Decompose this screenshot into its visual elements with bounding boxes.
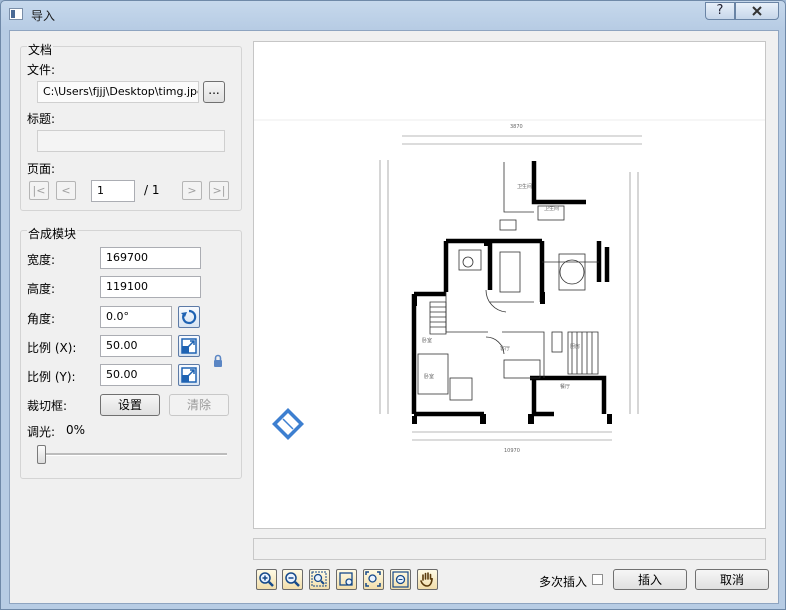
- width-input[interactable]: 169700: [100, 247, 201, 269]
- status-bar: [253, 538, 766, 560]
- zoom-extents-icon: [392, 571, 409, 588]
- dialog-body: 文档 文件: C:\Users\fjjj\Desktop\timg.jpg ..…: [9, 30, 779, 604]
- file-path-field[interactable]: C:\Users\fjjj\Desktop\timg.jpg: [37, 81, 199, 103]
- compass-icon: [272, 408, 304, 440]
- title-field[interactable]: [37, 130, 225, 152]
- zoom-in-button[interactable]: [256, 569, 277, 590]
- clip-frame-label: 裁切框:: [27, 399, 68, 413]
- scale-x-input[interactable]: 50.00: [100, 335, 172, 357]
- fade-slider[interactable]: [37, 443, 227, 467]
- hand-icon: [420, 572, 433, 587]
- slider-thumb[interactable]: [37, 445, 46, 464]
- app-icon: [9, 8, 23, 20]
- zoom-window-button[interactable]: [309, 569, 330, 590]
- svg-text:卫生间: 卫生间: [544, 205, 559, 212]
- composite-section-label: 合成模块: [27, 225, 78, 242]
- zoom-out-button[interactable]: [282, 569, 303, 590]
- last-page-button[interactable]: >|: [209, 181, 229, 200]
- preview-area[interactable]: 3870 10970 卫生间 卫生间 客厅 厨房 餐厅 卧室 卧室: [253, 41, 766, 529]
- angle-input[interactable]: 0.0°: [100, 306, 172, 328]
- help-button[interactable]: ?: [705, 2, 735, 20]
- zoom-page-icon: [365, 571, 381, 587]
- lock-aspect-icon[interactable]: [211, 353, 225, 369]
- close-button[interactable]: [735, 2, 779, 20]
- zoom-extents-button[interactable]: [390, 569, 411, 590]
- document-section-label: 文档: [27, 41, 54, 58]
- fade-value: 0%: [66, 423, 86, 437]
- clear-clip-button[interactable]: 清除: [169, 394, 229, 416]
- scale-y-label: 比例 (Y):: [27, 370, 76, 384]
- window-title: 导入: [31, 9, 56, 23]
- zoom-selection-icon: [339, 572, 353, 586]
- zoom-window-icon: [311, 571, 327, 587]
- next-page-button[interactable]: >: [182, 181, 202, 200]
- svg-text:10970: 10970: [504, 448, 520, 454]
- rotate-button[interactable]: [178, 306, 200, 328]
- import-dialog: 导入 ? 文档 文件: C:\Users\fjjj\Desktop\timg.j…: [0, 0, 786, 610]
- pan-button[interactable]: [417, 569, 438, 590]
- svg-text:卧室: 卧室: [422, 337, 432, 344]
- scale-x-button[interactable]: [178, 335, 200, 357]
- page-label: 页面:: [27, 162, 56, 176]
- multi-insert-checkbox[interactable]: [592, 574, 603, 585]
- svg-text:客厅: 客厅: [500, 345, 510, 352]
- file-label: 文件:: [27, 63, 56, 77]
- height-input[interactable]: 119100: [100, 276, 201, 298]
- insert-button[interactable]: 插入: [613, 569, 687, 590]
- scale-icon: [181, 338, 197, 354]
- multi-insert-label: 多次插入: [539, 575, 588, 589]
- zoom-selection-button[interactable]: [336, 569, 357, 590]
- title-bar: 导入 ?: [1, 1, 785, 29]
- browse-button[interactable]: ...: [203, 81, 225, 103]
- svg-text:卫生间: 卫生间: [517, 183, 532, 190]
- scale-icon: [181, 367, 197, 383]
- first-page-button[interactable]: |<: [29, 181, 49, 200]
- prev-page-button[interactable]: <: [56, 181, 76, 200]
- svg-text:餐厅: 餐厅: [560, 383, 570, 390]
- page-number-input[interactable]: 1: [91, 180, 135, 202]
- width-label: 宽度:: [27, 253, 56, 267]
- page-total: / 1: [144, 183, 160, 197]
- scale-x-label: 比例 (X):: [27, 341, 77, 355]
- rotate-icon: [181, 309, 197, 325]
- svg-text:卧室: 卧室: [424, 373, 434, 380]
- slider-track: [37, 453, 227, 456]
- svg-text:厨房: 厨房: [570, 343, 580, 350]
- svg-text:3870: 3870: [510, 124, 523, 130]
- scale-y-button[interactable]: [178, 364, 200, 386]
- scale-y-input[interactable]: 50.00: [100, 364, 172, 386]
- floor-plan-image: 3870 10970 卫生间 卫生间 客厅 厨房 餐厅 卧室 卧室: [254, 119, 765, 454]
- title-label: 标题:: [27, 112, 56, 126]
- height-label: 高度:: [27, 282, 56, 296]
- close-icon: [752, 6, 762, 16]
- zoom-out-icon: [285, 572, 300, 587]
- zoom-in-icon: [259, 572, 274, 587]
- zoom-page-button[interactable]: [363, 569, 384, 590]
- angle-label: 角度:: [27, 312, 56, 326]
- set-clip-button[interactable]: 设置: [100, 394, 160, 416]
- cancel-button[interactable]: 取消: [695, 569, 769, 590]
- fade-label: 调光:: [27, 425, 56, 439]
